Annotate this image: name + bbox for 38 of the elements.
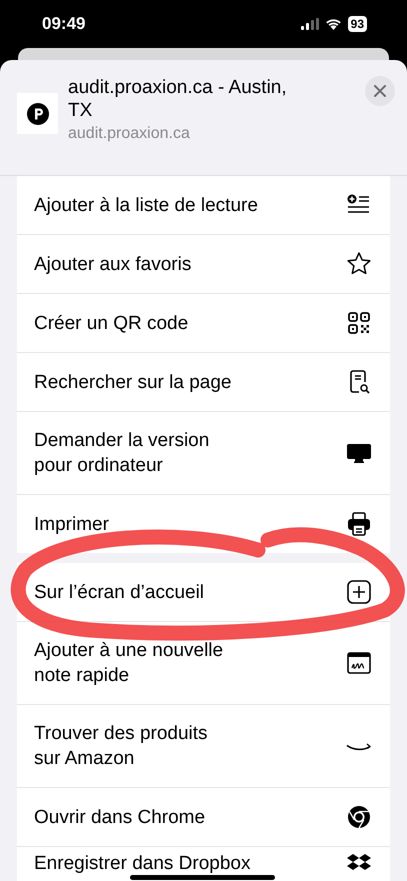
page-title: audit.proaxion.ca - Austin, TX — [68, 76, 288, 122]
action-label: Enregistrer dans Dropbox — [34, 852, 250, 876]
chrome-circle-icon — [346, 804, 372, 830]
action-row[interactable]: Imprimer — [17, 495, 390, 553]
page-url: audit.proaxion.ca — [68, 125, 191, 143]
wifi-icon — [324, 18, 342, 30]
action-row[interactable]: Ouvrir dans Chrome — [17, 788, 390, 847]
action-label: Ajouter aux favoris — [34, 252, 192, 276]
action-row[interactable]: Ajouter aux favoris — [17, 235, 390, 294]
status-time: 09:49 — [42, 14, 86, 34]
action-label: Rechercher sur la page — [34, 370, 232, 394]
action-row[interactable]: Ajouter à la liste de lecture — [17, 176, 390, 235]
signal-icon — [300, 18, 319, 30]
action-row[interactable]: Créer un QR code — [17, 294, 390, 353]
action-label: Ajouter à la liste de lecture — [34, 194, 258, 218]
close-button[interactable] — [365, 76, 395, 106]
close-icon — [374, 85, 386, 97]
site-icon — [17, 93, 58, 134]
action-label: Sur l’écran d’accueil — [34, 580, 204, 604]
action-row[interactable]: Rechercher sur la page — [17, 353, 390, 412]
action-label: Imprimer — [34, 512, 109, 536]
action-label: Trouver des produits sur Amazon — [34, 722, 208, 771]
action-row[interactable]: Demander la version pour ordinateur — [17, 412, 390, 495]
action-row[interactable]: Ajouter à une nouvelle note rapide — [17, 622, 390, 705]
printer-icon — [346, 511, 372, 537]
action-label: Demander la version pour ordinateur — [34, 429, 210, 478]
action-row[interactable]: Enregistrer dans Dropbox — [17, 847, 390, 881]
action-label: Ouvrir dans Chrome — [34, 806, 206, 830]
note-icon — [346, 650, 372, 676]
smile-arrow-icon — [346, 742, 372, 750]
action-label: Créer un QR code — [34, 312, 188, 336]
action-label: Ajouter à une nouvelle note rapide — [34, 639, 224, 688]
star-icon — [346, 251, 372, 277]
battery-level: 93 — [348, 16, 367, 32]
qr-code-icon — [346, 310, 372, 336]
action-row[interactable]: Sur l’écran d’accueil — [17, 563, 390, 622]
add-square-icon — [346, 579, 372, 605]
action-row[interactable]: Trouver des produits sur Amazon — [17, 705, 390, 788]
